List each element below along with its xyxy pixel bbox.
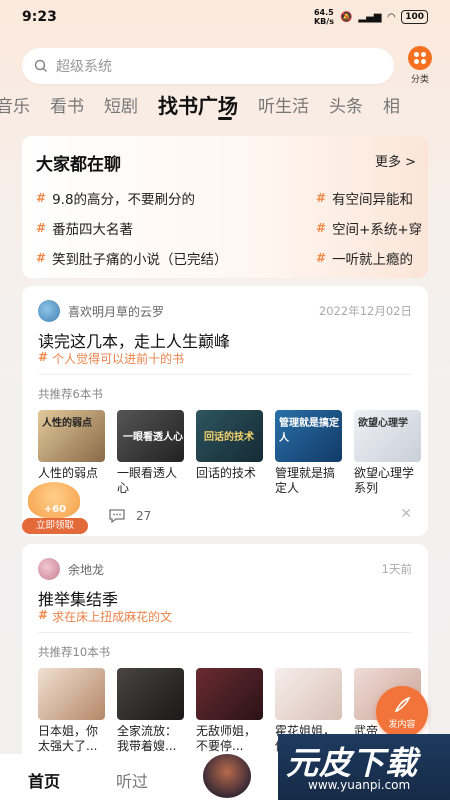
post-date: 1天前: [381, 562, 412, 576]
book-list-post[interactable]: 余地龙 1天前 推举集结季 # 求在床上扭成麻花的文 共推荐10本书 日本姐，你太…: [22, 544, 428, 760]
book-item[interactable]: 管理就是搞定人 管理就是搞定人: [275, 410, 342, 496]
hot-topic-item[interactable]: # 笑到肚子痛的小说（已完结）: [36, 248, 228, 268]
book-title: 管理就是搞定人: [275, 466, 336, 495]
book-title: 全家流放：我带着嫂...: [117, 724, 178, 753]
post-content-button[interactable]: 发内容: [376, 686, 428, 738]
tab-short-drama[interactable]: 短剧: [104, 92, 138, 117]
status-time: 9:23: [22, 9, 57, 25]
author-name: 余地龙: [68, 562, 105, 577]
divider: [38, 632, 412, 633]
comment-count: 27: [136, 509, 152, 523]
post-content-label: 发内容: [388, 719, 416, 730]
book-title: 回话的技术: [196, 466, 257, 480]
book-title: 一眼看透人心: [117, 466, 178, 495]
post-date: 2022年12月02日: [318, 304, 412, 318]
claim-button[interactable]: 立即领取: [22, 518, 88, 534]
hash-icon: #: [36, 221, 47, 235]
active-tab-indicator: [218, 117, 232, 120]
hot-topics-more-link[interactable]: 更多 >: [375, 151, 416, 170]
hash-icon: #: [36, 191, 47, 205]
book-title: 日本姐，你太强大了...: [38, 724, 99, 753]
search-row: 超级系统 分类: [22, 44, 432, 88]
book-cover: 人性的弱点: [38, 410, 105, 462]
avatar: [38, 300, 60, 322]
reward-widget[interactable]: +60 立即领取: [22, 482, 88, 534]
book-title: 无敌师姐，不要停...: [196, 724, 257, 753]
hash-icon: #: [38, 350, 49, 364]
book-item[interactable]: 回话的技术 回话的技术: [196, 410, 263, 496]
category-button[interactable]: 分类: [402, 46, 438, 85]
hot-topic-item[interactable]: #9.8的高分，不要刷分的: [36, 188, 195, 208]
recommend-count: 共推荐6本书: [38, 387, 103, 401]
tab-partial[interactable]: 相: [383, 92, 400, 117]
status-bar: 9:23 64.5 KB/s 🔕 ▂▄▆ ◠ 100: [0, 0, 450, 34]
recommend-count: 共推荐10本书: [38, 645, 111, 659]
pen-icon: [394, 696, 411, 712]
tab-book-square[interactable]: 找书广场: [158, 90, 238, 119]
tab-reading[interactable]: 看书: [50, 92, 84, 117]
mute-icon: 🔕: [339, 11, 353, 23]
nav-listened[interactable]: 听过: [116, 768, 148, 792]
close-icon[interactable]: ✕: [400, 506, 412, 522]
book-title: 人性的弱点: [38, 466, 99, 480]
battery-icon: 100: [401, 10, 428, 24]
book-cover: [275, 668, 342, 720]
wifi-icon: ◠: [387, 11, 396, 23]
now-playing-cover[interactable]: [201, 752, 253, 800]
book-title: 欲望心理学系列: [354, 466, 415, 495]
post-title: 读完这几本，走上人生巅峰: [38, 332, 231, 351]
post-title: 推举集结季: [38, 590, 119, 609]
hash-icon: #: [316, 221, 327, 235]
category-label: 分类: [410, 75, 429, 85]
hot-topics-title: 大家都在聊: [36, 155, 121, 175]
hot-topic-item[interactable]: # 空间+系统+穿: [316, 218, 422, 238]
book-item[interactable]: 欲望心理学 欲望心理学系列: [354, 410, 421, 496]
watermark-url: www.yuanpi.com: [308, 778, 411, 792]
book-item[interactable]: 全家流放：我带着嫂...: [117, 668, 184, 754]
divider: [38, 374, 412, 375]
status-icons: 64.5 KB/s 🔕 ▂▄▆ ◠ 100: [314, 8, 428, 26]
post-author[interactable]: 余地龙: [38, 558, 104, 580]
book-cover: [38, 668, 105, 720]
comment-button[interactable]: 27: [108, 508, 151, 524]
post-tag[interactable]: # 个人觉得可以进前十的书: [38, 350, 184, 367]
search-icon: [34, 59, 48, 73]
book-cover: 欲望心理学: [354, 410, 421, 462]
comment-icon: [109, 509, 125, 524]
hash-icon: #: [38, 608, 49, 622]
hot-topics-card: 大家都在聊 更多 > #9.8的高分，不要刷分的 # 番茄四大名著 # 笑到肚子痛的…: [22, 136, 428, 278]
book-cover: 管理就是搞定人: [275, 410, 342, 462]
tab-music[interactable]: 音乐: [0, 92, 30, 117]
category-icon: [408, 46, 432, 70]
book-item[interactable]: 日本姐，你太强大了...: [38, 668, 105, 754]
post-tag[interactable]: # 求在床上扭成麻花的文: [38, 608, 172, 625]
author-name: 喜欢明月草的云罗: [68, 304, 165, 319]
watermark-logo: 元皮下载 www.yuanpi.com: [278, 734, 450, 800]
book-cover: 回话的技术: [196, 410, 263, 462]
search-placeholder: 超级系统: [56, 59, 112, 75]
book-item[interactable]: 无敌师姐，不要停...: [196, 668, 263, 754]
search-input[interactable]: 超级系统: [22, 48, 394, 84]
hash-icon: #: [36, 251, 47, 265]
network-speed: 64.5 KB/s: [313, 8, 334, 26]
channel-tabs: 音乐 看书 短剧 找书广场 听生活 头条 相: [0, 88, 400, 120]
tab-headlines[interactable]: 头条: [329, 92, 363, 117]
hash-icon: #: [316, 191, 327, 205]
reward-amount: +60: [43, 504, 67, 515]
book-row: 人性的弱点 人性的弱点 一眼看透人心 一眼看透人心 回话的技术 回话的技术 管理…: [38, 410, 421, 496]
book-cover: 一眼看透人心: [117, 410, 184, 462]
avatar: [38, 558, 60, 580]
post-author[interactable]: 喜欢明月草的云罗: [38, 300, 164, 322]
hot-topic-item[interactable]: # 有空间异能和: [316, 188, 413, 208]
hot-topic-item[interactable]: # 一听就上瘾的: [316, 248, 413, 268]
book-item[interactable]: 一眼看透人心 一眼看透人心: [117, 410, 184, 496]
book-cover: [117, 668, 184, 720]
hash-icon: #: [316, 251, 327, 265]
hot-topic-item[interactable]: # 番茄四大名著: [36, 218, 133, 238]
tab-life[interactable]: 听生活: [258, 92, 309, 117]
book-cover: [196, 668, 263, 720]
signal-icon: ▂▄▆: [358, 11, 382, 23]
nav-home[interactable]: 首页: [28, 768, 60, 792]
